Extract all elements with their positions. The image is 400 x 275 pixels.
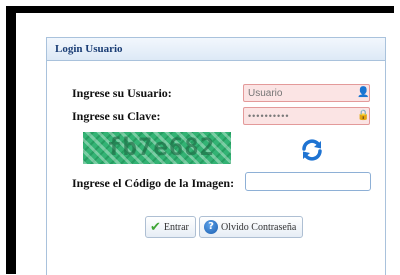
usuario-label: Ingrese su Usuario: [72, 86, 172, 100]
refresh-icon[interactable] [300, 138, 324, 162]
usuario-input[interactable] [243, 84, 370, 102]
olvido-label: Olvido Contraseña [221, 221, 297, 233]
captcha-image: fb7e682 [83, 132, 231, 164]
captcha-text: fb7e682 [107, 133, 216, 161]
codigo-input[interactable] [245, 172, 371, 191]
help-icon: ? [204, 220, 218, 234]
checkmark-icon: ✔ [150, 219, 161, 235]
user-icon: 👤 [357, 87, 370, 98]
entrar-label: Entrar [163, 221, 189, 233]
entrar-button[interactable]: ✔ Entrar [145, 216, 196, 238]
clave-input[interactable] [243, 107, 370, 125]
codigo-label: Ingrese el Código de la Imagen: [72, 176, 235, 190]
panel-title: Login Usuario [47, 38, 385, 61]
clave-label: Ingrese su Clave: [72, 109, 161, 123]
olvido-contrasena-button[interactable]: ? Olvido Contraseña [199, 216, 304, 238]
lock-icon: 🔒 [357, 110, 370, 121]
